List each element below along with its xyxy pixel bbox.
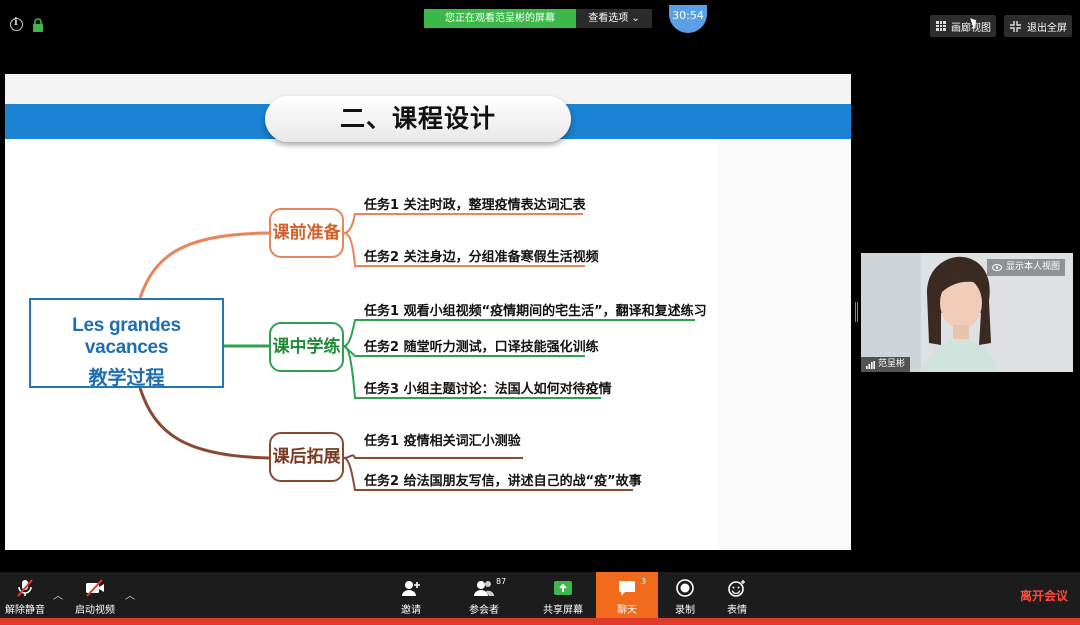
- gallery-view-button[interactable]: 画廊视图: [930, 15, 996, 37]
- exit-fullscreen-label: 退出全屏: [1027, 22, 1067, 34]
- root-subtitle: 教学过程: [88, 367, 165, 389]
- task-item: 任务2 随堂听力测试，口译技能强化训练: [364, 340, 599, 355]
- task-item: 任务3 小组主题讨论：法国人如何对待疫情: [364, 382, 612, 397]
- participants-label: 参会者: [469, 605, 499, 616]
- record-icon: [676, 579, 694, 597]
- branch-post-class: 课后拓展: [269, 432, 344, 482]
- unmute-label: 解除静音: [5, 605, 45, 616]
- view-options-label: 查看选项: [588, 13, 629, 24]
- share-screen-button[interactable]: 共享屏幕: [540, 572, 586, 618]
- task-item: 任务1 观看小组视频“疫情期间的宅生活”，翻译和复述练习: [364, 304, 707, 319]
- audio-options-caret-icon[interactable]: ︿: [53, 587, 63, 602]
- start-video-label: 启动视频: [75, 605, 115, 616]
- panel-resize-handle[interactable]: [855, 302, 858, 322]
- signal-icon: [866, 360, 875, 369]
- exit-fullscreen-icon: [1010, 20, 1021, 32]
- record-button[interactable]: 录制: [670, 572, 700, 618]
- reaction-icon: [728, 580, 745, 597]
- share-screen-icon: [554, 581, 572, 595]
- invite-label: 邀请: [401, 605, 421, 616]
- invite-button[interactable]: 邀请: [393, 572, 429, 618]
- mic-muted-icon: [17, 579, 33, 597]
- record-label: 录制: [675, 605, 695, 616]
- exit-fullscreen-button[interactable]: 退出全屏: [1004, 15, 1072, 37]
- show-self-view-button[interactable]: 显示本人视图: [986, 259, 1065, 276]
- shared-slide: 二、课程设计 Les grandes vacances 教学过程 课前准备 课中…: [5, 74, 851, 550]
- view-options-dropdown[interactable]: 查看选项 ⌄: [576, 9, 652, 28]
- share-screen-label: 共享屏幕: [543, 605, 583, 616]
- chat-unread-badge: 3: [641, 577, 647, 586]
- task-item: 任务2 关注身边，分组准备寒假生活视频: [364, 250, 599, 265]
- video-options-caret-icon[interactable]: ︿: [125, 587, 135, 602]
- leave-meeting-button[interactable]: 离开会议: [1020, 587, 1068, 604]
- reactions-label: 表情: [727, 605, 747, 616]
- screen-share-banner: 您正在观看范呈彬的屏幕: [424, 9, 576, 28]
- chevron-down-icon: ⌄: [631, 13, 640, 24]
- eye-icon: [991, 264, 1002, 271]
- branch-pre-class: 课前准备: [269, 208, 344, 258]
- root-title: Les grandes vacances: [72, 315, 181, 358]
- participant-name: 范呈彬: [878, 359, 906, 369]
- bottom-accent-strip: [0, 618, 1080, 625]
- meeting-timer: 30:54: [669, 5, 707, 33]
- video-off-icon: [86, 579, 104, 597]
- grid-icon: [936, 21, 946, 31]
- show-self-view-label: 显示本人视图: [1005, 262, 1060, 272]
- chat-icon: [619, 581, 635, 596]
- participant-name-tag: 范呈彬: [861, 357, 911, 372]
- participant-video[interactable]: 显示本人视图 范呈彬: [861, 253, 1073, 372]
- task-item: 任务1 关注时政，整理疫情表达词汇表: [364, 198, 586, 213]
- reactions-button[interactable]: 表情: [722, 572, 752, 618]
- participants-count: 87: [496, 577, 507, 586]
- unmute-button[interactable]: 解除静音: [2, 572, 48, 618]
- meeting-toolbar: 解除静音 ︿ 启动视频 ︿ 邀请 参会者 87 共享屏幕 聊天 3 录制 表情 …: [0, 572, 1080, 618]
- participants-button[interactable]: 参会者 87: [462, 572, 506, 618]
- branch-in-class: 课中学练: [269, 322, 344, 372]
- task-item: 任务2 给法国朋友写信，讲述自己的战“疫”故事: [364, 474, 642, 489]
- start-video-button[interactable]: 启动视频: [72, 572, 118, 618]
- mindmap-root: Les grandes vacances 教学过程: [29, 298, 224, 389]
- info-icon[interactable]: [10, 17, 23, 31]
- invite-icon: [402, 581, 420, 596]
- task-item: 任务1 疫情相关词汇小测验: [364, 434, 521, 449]
- participants-icon: [474, 581, 494, 596]
- chat-label: 聊天: [617, 605, 637, 616]
- lock-icon[interactable]: [32, 18, 44, 32]
- chat-button[interactable]: 聊天 3: [596, 572, 658, 618]
